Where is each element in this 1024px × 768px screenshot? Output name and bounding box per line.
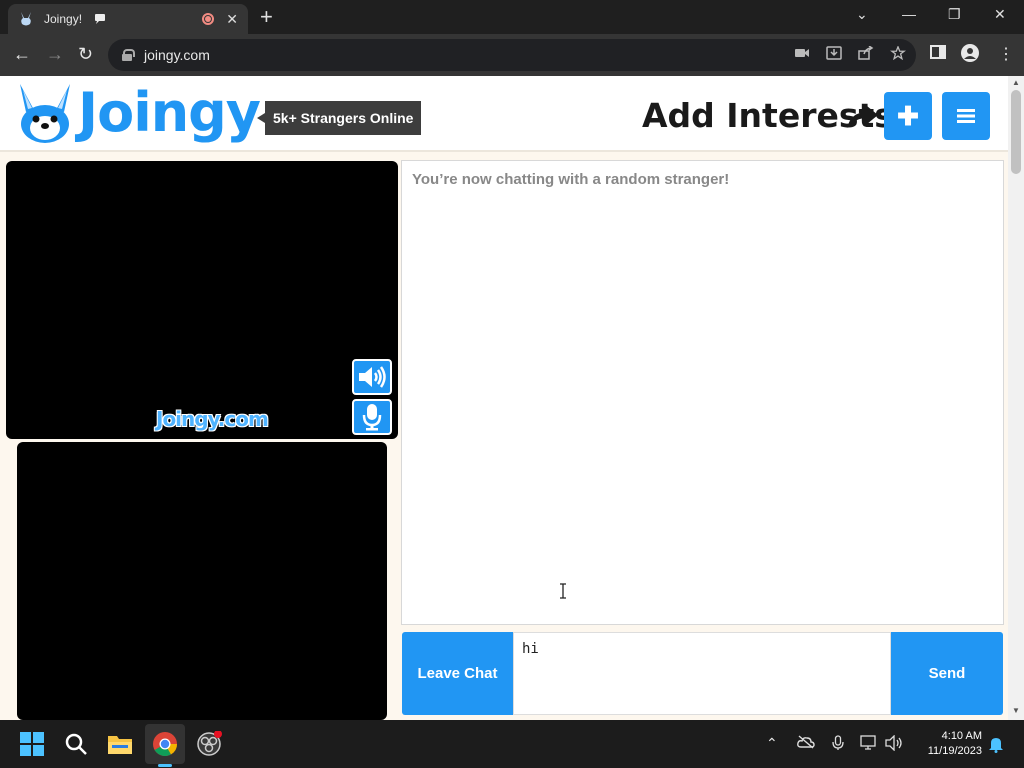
volume-tray-icon[interactable] [885, 735, 903, 751]
file-explorer-icon[interactable] [106, 730, 134, 758]
onedrive-offline-icon[interactable] [797, 735, 815, 749]
microphone-button[interactable] [352, 399, 392, 435]
joingy-page: Joingy 5k+ Strangers Online Add Interest… [0, 76, 1008, 720]
browser-menu-icon[interactable]: ⋮ [998, 44, 1014, 64]
scrollbar-thumb[interactable] [1011, 90, 1021, 174]
add-interests-button[interactable]: ✚ [884, 92, 932, 140]
video-watermark: Joingy.com [156, 407, 269, 431]
chrome-icon[interactable] [151, 730, 179, 758]
windows-taskbar: ⌃ 4:10 AM 11/19/2023 [0, 720, 1024, 768]
scroll-up-icon[interactable]: ▲ [1012, 78, 1020, 87]
tab-search-chevron-icon[interactable]: ⌄ [856, 6, 868, 23]
active-indicator [158, 764, 172, 767]
microphone-tray-icon[interactable] [832, 735, 844, 751]
tab-close-icon[interactable]: ✕ [226, 11, 238, 28]
tab-title: Joingy! [44, 12, 83, 26]
joingy-logo[interactable]: Joingy [14, 81, 261, 144]
site-header: Joingy 5k+ Strangers Online Add Interest… [0, 76, 1008, 152]
chat-log: You’re now chatting with a random strang… [401, 160, 1004, 625]
address-bar[interactable]: joingy.com [108, 39, 916, 71]
search-icon[interactable] [62, 730, 90, 758]
system-clock[interactable]: 4:10 AM 11/19/2023 [912, 729, 982, 759]
profile-avatar-icon[interactable] [961, 44, 979, 62]
reload-icon[interactable]: ↻ [78, 44, 93, 65]
plus-icon: ✚ [897, 100, 919, 131]
page-scrollbar[interactable]: ▲ ▼ [1008, 76, 1024, 720]
obs-icon[interactable] [195, 730, 223, 758]
show-hidden-icons-chevron-icon[interactable]: ⌃ [766, 735, 778, 752]
hamburger-menu-icon [957, 109, 975, 123]
forward-icon[interactable]: → [46, 44, 64, 65]
clock-date: 11/19/2023 [927, 745, 982, 757]
camera-icon[interactable] [794, 46, 810, 60]
notification-bell-icon[interactable] [988, 735, 1004, 753]
bookmark-star-icon[interactable] [890, 46, 906, 60]
browser-tabbar: Joingy! ✕ + ⌄ — ❐ ✕ [0, 0, 1024, 34]
scroll-down-icon[interactable]: ▼ [1012, 706, 1020, 715]
side-panel-icon[interactable] [930, 44, 946, 60]
online-count-badge: 5k+ Strangers Online [256, 101, 422, 135]
stranger-video: Joingy.com [6, 161, 398, 439]
self-video [17, 442, 387, 720]
browser-tab[interactable]: Joingy! ✕ [8, 4, 248, 34]
text-cursor-icon [560, 583, 566, 599]
network-icon[interactable] [860, 735, 878, 751]
lock-icon [122, 49, 135, 61]
clock-time: 4:10 AM [941, 730, 982, 742]
menu-button[interactable] [942, 92, 990, 140]
curved-arrow-icon [847, 106, 878, 128]
logo-wordmark: Joingy [78, 81, 261, 144]
install-icon[interactable] [826, 46, 842, 60]
window-close-icon[interactable]: ✕ [994, 6, 1006, 23]
chat-bubble-icon [95, 14, 105, 24]
volume-button[interactable] [352, 359, 392, 395]
system-message: You’re now chatting with a random strang… [412, 171, 730, 188]
url-text: joingy.com [144, 47, 210, 63]
speaker-icon [359, 366, 386, 388]
minimize-icon[interactable]: — [902, 6, 916, 22]
browser-toolbar: ← → ↻ joingy.com ⋮ [0, 34, 1024, 76]
windows-start-icon[interactable] [18, 730, 46, 758]
bunny-logo-icon [20, 84, 70, 143]
send-button[interactable]: Send [891, 632, 1003, 715]
microphone-icon [362, 404, 382, 431]
message-input[interactable] [513, 632, 891, 715]
restore-icon[interactable]: ❐ [948, 6, 961, 23]
leave-chat-button[interactable]: Leave Chat [402, 632, 513, 715]
new-tab-button[interactable]: + [260, 6, 273, 28]
recording-icon [202, 13, 215, 25]
share-icon[interactable] [858, 46, 874, 60]
joingy-favicon-icon [21, 12, 31, 26]
back-icon[interactable]: ← [13, 44, 31, 65]
